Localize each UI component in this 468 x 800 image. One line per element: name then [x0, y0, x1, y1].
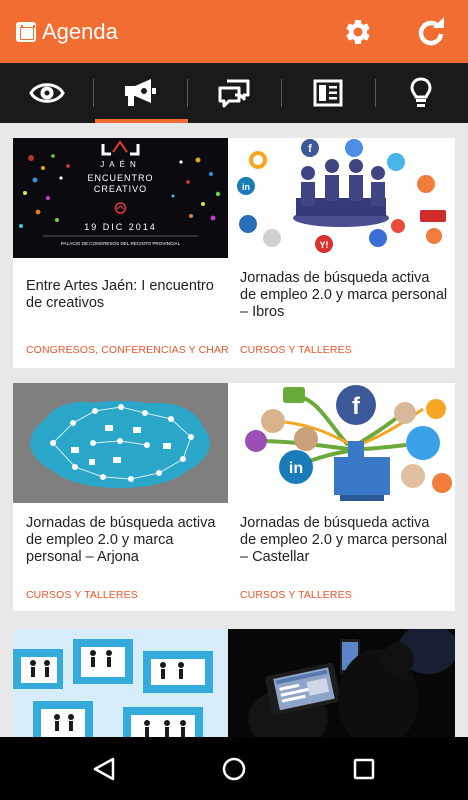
event-image: f in — [228, 383, 455, 503]
eye-icon — [29, 83, 65, 103]
event-card[interactable]: JAÉN ENCUENTRO CREATIVO 19 DIC 2014 PALA… — [13, 138, 249, 368]
svg-text:Y!: Y! — [320, 240, 329, 250]
svg-text:f: f — [352, 393, 361, 420]
events-grid[interactable]: JAÉN ENCUENTRO CREATIVO 19 DIC 2014 PALA… — [0, 123, 468, 737]
recents-button[interactable] — [348, 753, 380, 785]
event-image — [13, 629, 228, 737]
svg-text:in: in — [289, 460, 303, 477]
event-image-date: 19 DIC 2014 — [84, 222, 157, 232]
app-bar: Agenda — [0, 0, 468, 63]
event-category[interactable]: CURSOS Y TALLERES — [240, 589, 352, 601]
tab-lightbulb[interactable] — [374, 63, 468, 123]
system-navigation-bar — [0, 737, 468, 800]
recents-icon — [353, 758, 375, 780]
tab-eye[interactable] — [0, 63, 94, 123]
event-title: Jornadas de búsqueda activa de empleo 2.… — [240, 270, 448, 320]
chat-bubbles-icon — [218, 79, 250, 108]
event-category[interactable]: CURSOS Y TALLERES — [26, 589, 138, 601]
event-category[interactable]: CONGRESOS, CONFERENCIAS Y CHARLAS — [26, 344, 249, 356]
svg-text:f: f — [308, 143, 312, 155]
home-icon — [222, 757, 246, 781]
tab-megaphone[interactable] — [94, 63, 188, 123]
event-title: Jornadas de búsqueda activa de empleo 2.… — [240, 515, 448, 565]
category-tab-bar — [0, 63, 468, 123]
event-title: Jornadas de búsqueda activa de empleo 2.… — [26, 515, 216, 565]
event-card[interactable] — [228, 629, 455, 737]
event-image-brand: JAÉN — [100, 160, 140, 169]
gear-icon — [346, 19, 370, 44]
event-image: JAÉN ENCUENTRO CREATIVO 19 DIC 2014 PALA… — [13, 138, 228, 258]
event-title: Entre Artes Jaén: I encuentro de creativ… — [26, 278, 214, 311]
tab-chat[interactable] — [187, 63, 281, 123]
event-card[interactable]: Jornadas de búsqueda activa de empleo 2.… — [13, 383, 228, 611]
event-card[interactable]: f in Jornadas de búsqueda activa de empl… — [228, 383, 455, 611]
event-image — [228, 629, 455, 737]
refresh-icon — [418, 17, 444, 46]
event-image-line2: CREATIVO — [94, 184, 147, 194]
tab-news[interactable] — [281, 63, 375, 123]
megaphone-icon — [125, 79, 157, 106]
app-title: Agenda — [42, 19, 118, 44]
calendar-app-icon — [16, 22, 36, 42]
svg-text:in: in — [242, 182, 250, 192]
event-card[interactable]: f in Y! Jornadas de búsqueda activa de e… — [228, 138, 455, 368]
back-icon — [93, 757, 115, 781]
lightbulb-icon — [410, 77, 432, 107]
event-image-line1: ENCUENTRO — [87, 173, 153, 183]
event-category[interactable]: CURSOS Y TALLERES — [240, 344, 352, 356]
event-card[interactable] — [13, 629, 228, 737]
event-image — [13, 383, 228, 503]
settings-button[interactable] — [340, 14, 376, 50]
news-icon — [313, 79, 343, 107]
event-image-venue: PALACIO DE CONGRESOS DEL RECINTO PROVINC… — [61, 241, 181, 246]
event-image: f in Y! — [228, 138, 455, 258]
home-button[interactable] — [218, 753, 250, 785]
back-button[interactable] — [88, 753, 120, 785]
refresh-button[interactable] — [413, 14, 449, 50]
